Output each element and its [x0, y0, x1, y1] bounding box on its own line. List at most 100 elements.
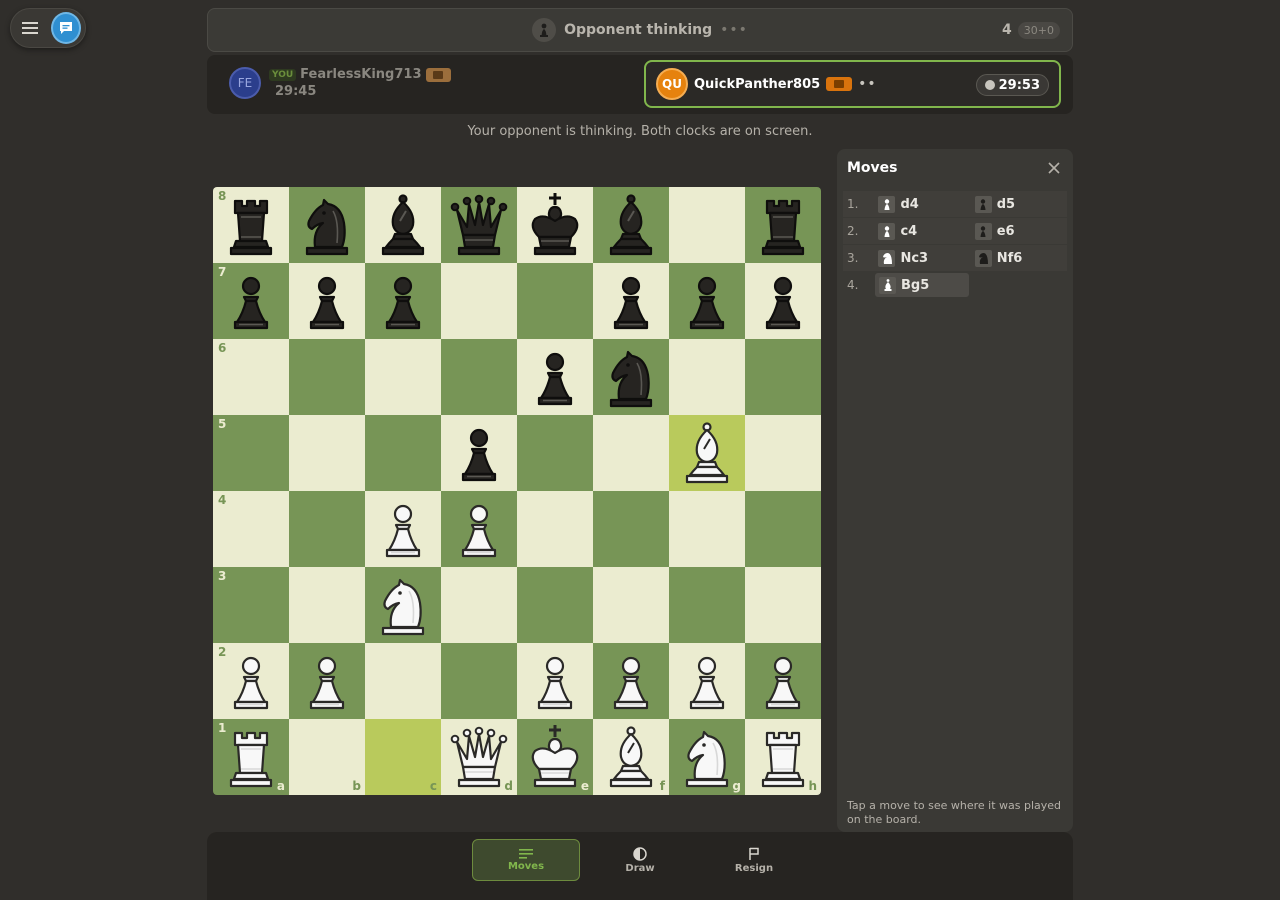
- square-f7[interactable]: [593, 263, 669, 339]
- chat-button[interactable]: [50, 12, 81, 44]
- square-g6[interactable]: [669, 339, 745, 415]
- square-e8[interactable]: [517, 187, 593, 263]
- square-c1[interactable]: c: [365, 719, 441, 795]
- white-move-d4[interactable]: d4: [874, 192, 966, 216]
- chess-board[interactable]: 8 7 6 5 4 3 2 1 a b c d e f g h: [213, 187, 821, 795]
- square-b1[interactable]: b: [289, 719, 365, 795]
- black-pawn-icon[interactable]: [293, 267, 361, 335]
- square-g7[interactable]: [669, 263, 745, 339]
- square-g8[interactable]: [669, 187, 745, 263]
- white-king-icon[interactable]: [521, 723, 589, 791]
- square-f3[interactable]: [593, 567, 669, 643]
- square-a4[interactable]: 4: [213, 491, 289, 567]
- square-e5[interactable]: [517, 415, 593, 491]
- black-pawn-icon[interactable]: [217, 267, 285, 335]
- square-b3[interactable]: [289, 567, 365, 643]
- square-a2[interactable]: 2: [213, 643, 289, 719]
- square-e6[interactable]: [517, 339, 593, 415]
- moves-button[interactable]: Moves: [472, 839, 580, 881]
- square-h5[interactable]: [745, 415, 821, 491]
- square-f6[interactable]: [593, 339, 669, 415]
- square-c4[interactable]: [365, 491, 441, 567]
- white-bishop-icon[interactable]: [673, 419, 741, 487]
- close-icon[interactable]: [1047, 161, 1061, 175]
- white-move-Bg5[interactable]: Bg5: [875, 273, 969, 297]
- square-a3[interactable]: 3: [213, 567, 289, 643]
- white-bishop-icon[interactable]: [597, 723, 665, 791]
- black-rook-icon[interactable]: [749, 191, 817, 259]
- square-f4[interactable]: [593, 491, 669, 567]
- square-d8[interactable]: [441, 187, 517, 263]
- white-move-Nc3[interactable]: Nc3: [874, 246, 966, 270]
- square-f2[interactable]: [593, 643, 669, 719]
- black-pawn-icon[interactable]: [369, 267, 437, 335]
- square-b8[interactable]: [289, 187, 365, 263]
- square-h8[interactable]: [745, 187, 821, 263]
- square-c5[interactable]: [365, 415, 441, 491]
- square-h6[interactable]: [745, 339, 821, 415]
- square-d5[interactable]: [441, 415, 517, 491]
- black-pawn-icon[interactable]: [521, 343, 589, 411]
- square-a1[interactable]: 1a: [213, 719, 289, 795]
- white-rook-icon[interactable]: [217, 723, 285, 791]
- black-knight-icon[interactable]: [293, 191, 361, 259]
- square-c3[interactable]: [365, 567, 441, 643]
- black-pawn-icon[interactable]: [673, 267, 741, 335]
- square-d3[interactable]: [441, 567, 517, 643]
- black-pawn-icon[interactable]: [445, 419, 513, 487]
- square-h3[interactable]: [745, 567, 821, 643]
- black-pawn-icon[interactable]: [749, 267, 817, 335]
- white-knight-icon[interactable]: [369, 571, 437, 639]
- black-rook-icon[interactable]: [217, 191, 285, 259]
- square-e2[interactable]: [517, 643, 593, 719]
- menu-button[interactable]: [15, 12, 45, 44]
- square-g2[interactable]: [669, 643, 745, 719]
- white-rook-icon[interactable]: [749, 723, 817, 791]
- square-b6[interactable]: [289, 339, 365, 415]
- black-pawn-icon[interactable]: [597, 267, 665, 335]
- square-d2[interactable]: [441, 643, 517, 719]
- black-bishop-icon[interactable]: [597, 191, 665, 259]
- square-g1[interactable]: g: [669, 719, 745, 795]
- square-c8[interactable]: [365, 187, 441, 263]
- white-pawn-icon[interactable]: [369, 495, 437, 563]
- square-d1[interactable]: d: [441, 719, 517, 795]
- square-f1[interactable]: f: [593, 719, 669, 795]
- square-h7[interactable]: [745, 263, 821, 339]
- square-e7[interactable]: [517, 263, 593, 339]
- white-knight-icon[interactable]: [673, 723, 741, 791]
- white-pawn-icon[interactable]: [217, 647, 285, 715]
- square-d4[interactable]: [441, 491, 517, 567]
- black-knight-icon[interactable]: [597, 343, 665, 411]
- square-a5[interactable]: 5: [213, 415, 289, 491]
- square-h1[interactable]: h: [745, 719, 821, 795]
- black-bishop-icon[interactable]: [369, 191, 437, 259]
- square-c2[interactable]: [365, 643, 441, 719]
- white-pawn-icon[interactable]: [673, 647, 741, 715]
- white-pawn-icon[interactable]: [749, 647, 817, 715]
- square-b2[interactable]: [289, 643, 365, 719]
- square-f5[interactable]: [593, 415, 669, 491]
- square-h2[interactable]: [745, 643, 821, 719]
- white-pawn-icon[interactable]: [521, 647, 589, 715]
- white-pawn-icon[interactable]: [293, 647, 361, 715]
- square-b4[interactable]: [289, 491, 365, 567]
- square-e1[interactable]: e: [517, 719, 593, 795]
- black-king-icon[interactable]: [521, 191, 589, 259]
- resign-button[interactable]: Resign: [700, 839, 808, 881]
- square-g5[interactable]: [669, 415, 745, 491]
- white-pawn-icon[interactable]: [445, 495, 513, 563]
- black-move-d5[interactable]: d5: [971, 192, 1063, 216]
- square-d7[interactable]: [441, 263, 517, 339]
- square-c7[interactable]: [365, 263, 441, 339]
- white-pawn-icon[interactable]: [597, 647, 665, 715]
- black-move-e6[interactable]: e6: [971, 219, 1063, 243]
- square-c6[interactable]: [365, 339, 441, 415]
- square-e4[interactable]: [517, 491, 593, 567]
- square-g3[interactable]: [669, 567, 745, 643]
- square-e3[interactable]: [517, 567, 593, 643]
- black-queen-icon[interactable]: [445, 191, 513, 259]
- square-f8[interactable]: [593, 187, 669, 263]
- black-move-Nf6[interactable]: Nf6: [971, 246, 1063, 270]
- square-a6[interactable]: 6: [213, 339, 289, 415]
